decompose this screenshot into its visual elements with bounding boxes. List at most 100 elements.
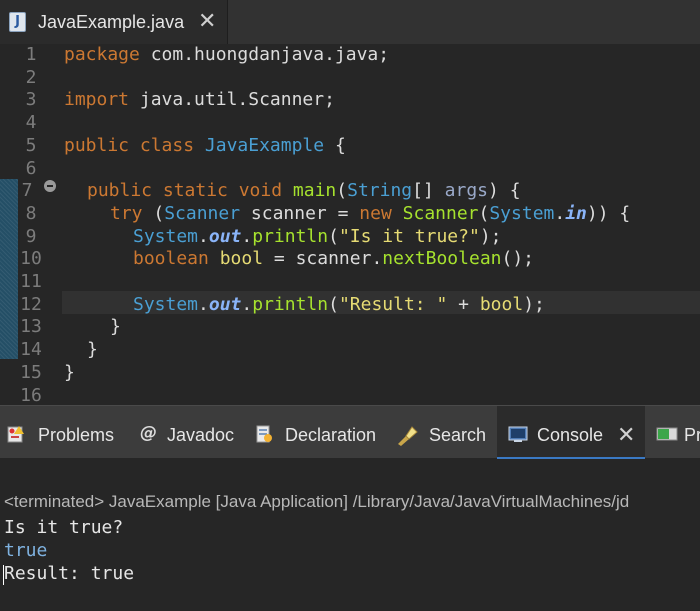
variable: bool: [479, 293, 524, 315]
method-name: main: [292, 180, 337, 202]
line-number: 6: [25, 157, 37, 179]
tab-label: Search: [429, 425, 487, 445]
line-number: 5: [25, 134, 37, 156]
tab-javadoc[interactable]: @ Javadoc: [132, 406, 244, 460]
code-text: .: [554, 202, 566, 224]
variable: scanner: [295, 248, 372, 270]
line-number: 8: [25, 202, 37, 224]
line-number: 15: [20, 361, 42, 383]
code-line-3: import java.util.Scanner;: [64, 89, 335, 111]
console-input-line: true: [4, 540, 48, 561]
keyword: package: [64, 44, 140, 65]
editor-tab-javaexample[interactable]: J JavaExample.java ✕: [0, 0, 228, 44]
type-name: System: [133, 225, 199, 247]
tab-console[interactable]: Console ✕: [497, 406, 645, 460]
line-number: 14: [20, 339, 42, 361]
code-text: (: [478, 202, 490, 224]
console-icon: [508, 424, 528, 444]
code-text: []: [412, 180, 445, 202]
line-number: 16: [20, 384, 42, 406]
problems-icon: [6, 424, 26, 444]
static-field: out: [208, 225, 242, 247]
declaration-icon: [254, 424, 274, 444]
views-tab-bar: Problems @ Javadoc Declaration Search Co…: [0, 405, 700, 460]
tab-label: Declaration: [285, 425, 377, 445]
editor-tab-label: JavaExample.java: [38, 12, 185, 32]
line-number: 2: [25, 66, 37, 88]
code-line-13: }: [110, 316, 121, 338]
tab-problems[interactable]: Problems: [0, 406, 130, 460]
code-text: .: [371, 248, 383, 270]
static-field: out: [208, 293, 242, 315]
line-number: 13: [20, 316, 42, 338]
class-name: JavaExample: [204, 134, 325, 156]
keyword: try: [110, 202, 143, 224]
line-number: 11: [20, 271, 42, 292]
console-view[interactable]: <terminated> JavaExample [Java Applicati…: [0, 459, 700, 611]
method-name: nextBoolean: [382, 248, 502, 270]
progress-icon: [656, 424, 678, 444]
type-name: System: [489, 202, 555, 224]
close-icon[interactable]: ✕: [198, 10, 216, 32]
method-name: println: [252, 225, 329, 247]
keyword: public class: [64, 134, 195, 156]
string-literal: "Result: ": [338, 293, 448, 315]
code-text: {: [324, 134, 346, 156]
code-text: (: [336, 180, 348, 202]
code-line-1: package com.huongdanjava.java;: [64, 44, 389, 66]
close-icon[interactable]: ✕: [617, 422, 635, 448]
code-text: .: [198, 293, 209, 315]
tab-label: Problems: [38, 425, 115, 445]
code-text: ();: [501, 248, 535, 270]
console-output-line: Result: true: [4, 563, 135, 584]
static-field: in: [565, 202, 587, 224]
tab-label: Pr: [684, 425, 700, 445]
code-text: java.util.Scanner;: [129, 89, 335, 111]
code-text: =: [326, 202, 360, 224]
keyword: public static void: [87, 180, 283, 202]
code-line-15: }: [64, 361, 75, 383]
line-number: 1: [25, 44, 37, 65]
code-text: );: [523, 293, 545, 315]
tab-search[interactable]: Search: [388, 406, 494, 460]
code-text: );: [479, 225, 502, 247]
variable: scanner: [250, 202, 327, 224]
code-editor[interactable]: 1 2 3 4 5 6 7 8 9 10 11 12 13 14 15 16 p…: [0, 44, 700, 406]
tab-declaration[interactable]: Declaration: [246, 406, 386, 460]
at-sign-icon: @: [140, 423, 157, 443]
code-text: =: [263, 248, 296, 270]
code-text: .: [241, 225, 253, 247]
flashlight-icon: [396, 424, 418, 446]
line-number: 7: [21, 180, 33, 202]
variable: bool: [219, 248, 264, 270]
text-caret: [3, 565, 4, 585]
line-number: 12: [20, 293, 42, 315]
java-file-icon: J: [9, 12, 26, 32]
keyword: import: [64, 89, 130, 111]
console-output-line: Is it true?: [4, 517, 124, 538]
editor-tab-bar: J JavaExample.java ✕: [0, 0, 700, 44]
code-line-5: public class JavaExample {: [64, 135, 346, 157]
keyword: new: [359, 202, 392, 224]
line-number: 9: [25, 225, 37, 247]
code-text: (: [142, 202, 165, 224]
code-text: .: [198, 225, 209, 247]
line-number: 10: [20, 248, 42, 270]
code-line-7: public static void main(String[] args) {: [87, 180, 521, 202]
code-text: +: [447, 293, 480, 315]
type-name: System: [133, 293, 199, 315]
code-text: )) {: [586, 202, 631, 224]
code-text: (: [328, 293, 339, 315]
code-line-9: System.out.println("Is it true?");: [133, 226, 502, 248]
keyword: boolean: [133, 248, 209, 270]
code-line-14: }: [87, 339, 98, 361]
console-status: <terminated> JavaExample [Java Applicati…: [4, 492, 630, 511]
method-name: println: [252, 293, 329, 315]
tab-progress[interactable]: Pr: [648, 406, 700, 460]
fold-collapse-icon[interactable]: [44, 180, 56, 192]
tab-label: Console: [537, 425, 604, 445]
eclipse-window: J JavaExample.java ✕ 1 2 3 4 5 6 7 8 9 1…: [0, 0, 700, 611]
